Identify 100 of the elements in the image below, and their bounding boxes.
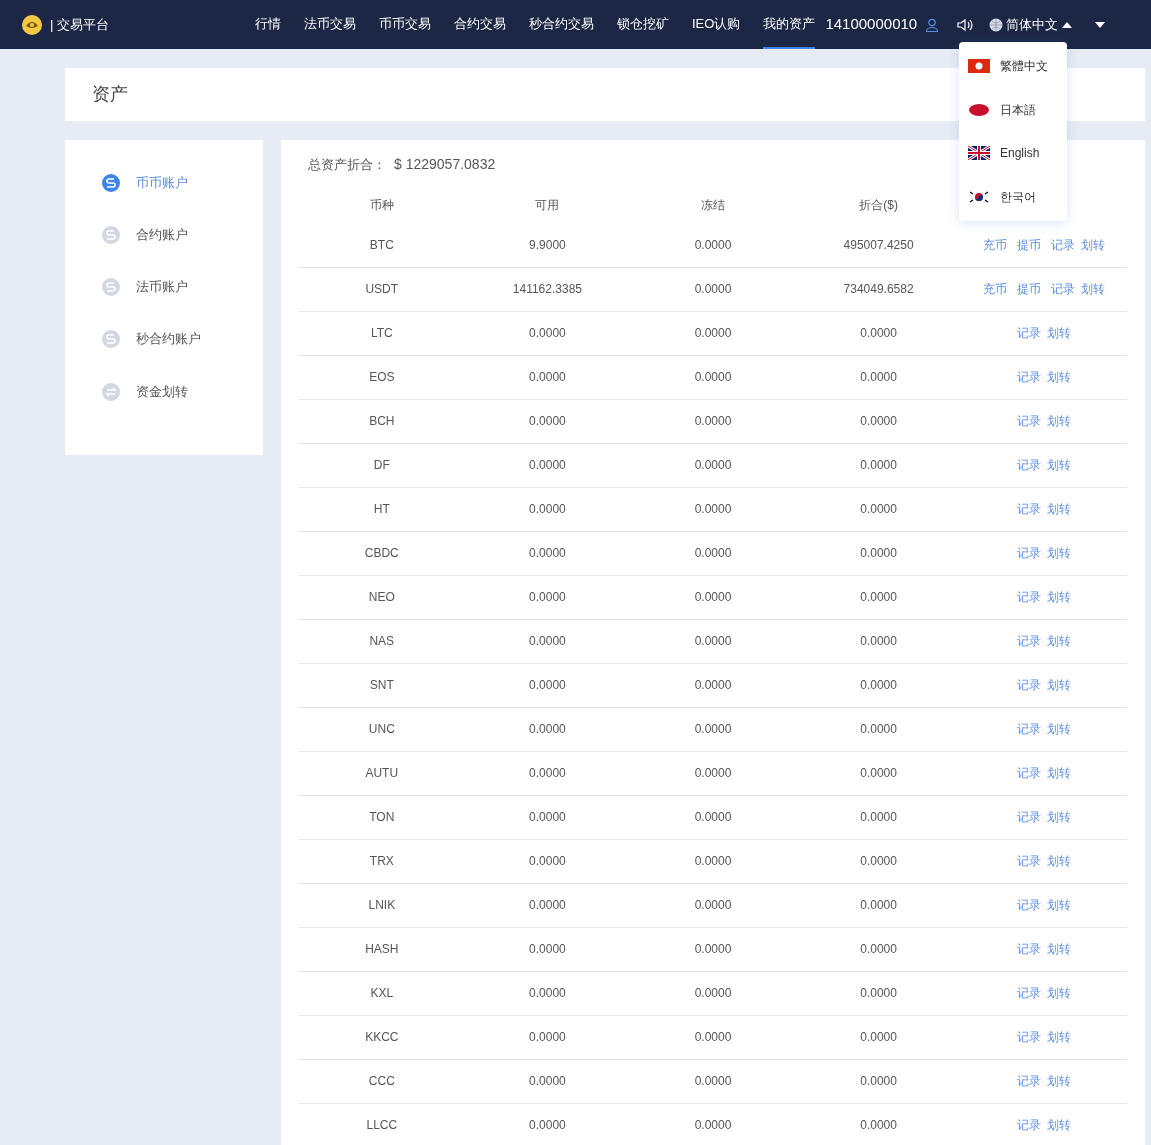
action-link[interactable]: 划转 xyxy=(1047,896,1072,914)
action-link[interactable]: 划转 xyxy=(1047,500,1072,518)
action-link[interactable]: 划转 xyxy=(1047,324,1072,342)
action-link[interactable]: 充币 xyxy=(983,280,1008,298)
nav-tab[interactable]: 币币交易 xyxy=(379,0,431,49)
action-link[interactable]: 划转 xyxy=(1047,764,1072,782)
action-link[interactable]: 划转 xyxy=(1047,676,1072,694)
table-cell: 495007.4250 xyxy=(843,237,914,252)
action-link[interactable]: 划转 xyxy=(1047,412,1072,430)
table-cell: KKCC xyxy=(365,1030,399,1044)
language-selector[interactable]: 简体中文 xyxy=(1006,14,1073,35)
nav-tab[interactable]: 我的资产 xyxy=(763,0,816,49)
action-link[interactable]: 划转 xyxy=(1047,1028,1072,1046)
action-link[interactable]: 记录 xyxy=(1017,632,1042,650)
action-link[interactable]: 记录 xyxy=(1017,940,1042,958)
action-link[interactable]: 划转 xyxy=(1047,808,1072,826)
coin-icon xyxy=(102,174,120,192)
coin-icon xyxy=(102,330,120,348)
action-link[interactable]: 记录 xyxy=(1017,588,1042,606)
nav-tab[interactable]: 行情 xyxy=(255,0,281,49)
nav-tab[interactable]: 法币交易 xyxy=(304,0,356,49)
language-option[interactable]: 繁體中文 xyxy=(1000,56,1048,75)
nav-tab[interactable]: IEO认购 xyxy=(692,0,741,49)
table-cell: 0.0000 xyxy=(860,590,897,604)
action-link[interactable]: 记录 xyxy=(1051,235,1076,254)
action-link[interactable]: 记录 xyxy=(1017,1028,1042,1046)
action-link[interactable]: 划转 xyxy=(1047,588,1072,606)
action-link[interactable]: 划转 xyxy=(1047,720,1072,738)
table-cell: 0.0000 xyxy=(694,414,732,428)
sidebar-item[interactable]: 秒合约账户 xyxy=(136,329,201,349)
table-cell: 0.0000 xyxy=(529,414,566,428)
action-link[interactable]: 划转 xyxy=(1047,456,1072,474)
table-cell: 0.0000 xyxy=(529,546,566,560)
total-label: 总资产折合： xyxy=(308,155,386,174)
action-link[interactable]: 划转 xyxy=(1047,852,1072,870)
table-cell: 0.0000 xyxy=(694,986,732,1000)
sidebar-item[interactable]: 合约账户 xyxy=(136,225,188,245)
action-link[interactable]: 划转 xyxy=(1047,1116,1072,1135)
globe-icon[interactable] xyxy=(989,17,1004,32)
nav-tab[interactable]: 秒合约交易 xyxy=(529,0,594,49)
action-link[interactable]: 记录 xyxy=(1017,676,1042,694)
nav-tab[interactable]: 合约交易 xyxy=(454,0,506,49)
table-cell: 0.0000 xyxy=(529,590,566,604)
action-link[interactable]: 记录 xyxy=(1017,808,1042,826)
table-cell: 0.0000 xyxy=(694,634,732,648)
table-cell: 0.0000 xyxy=(529,986,566,1000)
table-cell: 0.0000 xyxy=(694,1118,732,1133)
table-cell: 0.0000 xyxy=(860,898,897,912)
table-cell: 0.0000 xyxy=(529,326,566,340)
table-cell: 0.0000 xyxy=(694,942,732,956)
action-link[interactable]: 记录 xyxy=(1017,720,1042,738)
action-link[interactable]: 划转 xyxy=(1047,544,1072,562)
column-header: 冻结 xyxy=(701,197,725,212)
action-link[interactable]: 提币 xyxy=(1017,280,1042,298)
action-link[interactable]: 划转 xyxy=(1047,940,1072,958)
action-link[interactable]: 记录 xyxy=(1017,544,1042,562)
account-number[interactable]: 14100000010 xyxy=(825,13,918,36)
speaker-icon[interactable] xyxy=(957,17,974,32)
table-cell: 0.0000 xyxy=(860,546,897,560)
language-option[interactable]: English xyxy=(1000,144,1040,163)
language-option[interactable]: 한국어 xyxy=(1000,188,1036,207)
action-link[interactable]: 记录 xyxy=(1051,280,1076,298)
action-link[interactable]: 划转 xyxy=(1081,235,1106,254)
action-link[interactable]: 记录 xyxy=(1017,852,1042,870)
action-link[interactable]: 记录 xyxy=(1017,324,1042,342)
action-link[interactable]: 划转 xyxy=(1081,280,1106,298)
action-link[interactable]: 记录 xyxy=(1017,500,1042,518)
table-cell: 0.0000 xyxy=(860,678,897,692)
action-link[interactable]: 记录 xyxy=(1017,1116,1042,1135)
action-link[interactable]: 记录 xyxy=(1017,412,1042,430)
user-icon[interactable] xyxy=(925,17,940,32)
sidebar-item[interactable]: 币币账户 xyxy=(136,173,188,193)
action-link[interactable]: 记录 xyxy=(1017,456,1042,474)
action-link[interactable]: 划转 xyxy=(1047,1072,1072,1090)
table-cell: 0.0000 xyxy=(860,942,897,956)
table-cell: 0.0000 xyxy=(860,854,897,868)
table-cell: 0.0000 xyxy=(529,1074,566,1088)
action-link[interactable]: 记录 xyxy=(1017,896,1042,914)
table-cell: 0.0000 xyxy=(529,898,566,912)
action-link[interactable]: 记录 xyxy=(1017,984,1042,1002)
table-cell: 0.0000 xyxy=(529,634,566,648)
table-cell: 0.0000 xyxy=(529,766,566,780)
table-cell: 0.0000 xyxy=(694,854,732,868)
language-option[interactable]: 日本語 xyxy=(1000,100,1036,119)
table-cell: NEO xyxy=(368,590,395,604)
caret-down-icon[interactable] xyxy=(1095,21,1106,28)
action-link[interactable]: 提币 xyxy=(1017,235,1042,254)
nav-tab[interactable]: 锁仓挖矿 xyxy=(617,0,669,49)
sidebar-item[interactable]: 资金划转 xyxy=(136,382,188,402)
action-link[interactable]: 记录 xyxy=(1017,1072,1042,1090)
action-link[interactable]: 划转 xyxy=(1047,368,1072,386)
table-cell: 0.0000 xyxy=(860,722,897,736)
action-link[interactable]: 记录 xyxy=(1017,368,1042,386)
action-link[interactable]: 记录 xyxy=(1017,764,1042,782)
table-cell: 0.0000 xyxy=(694,810,732,824)
table-cell: 0.0000 xyxy=(529,722,566,736)
action-link[interactable]: 划转 xyxy=(1047,632,1072,650)
action-link[interactable]: 充币 xyxy=(983,235,1008,254)
sidebar-item[interactable]: 法币账户 xyxy=(136,277,188,297)
action-link[interactable]: 划转 xyxy=(1047,984,1072,1002)
